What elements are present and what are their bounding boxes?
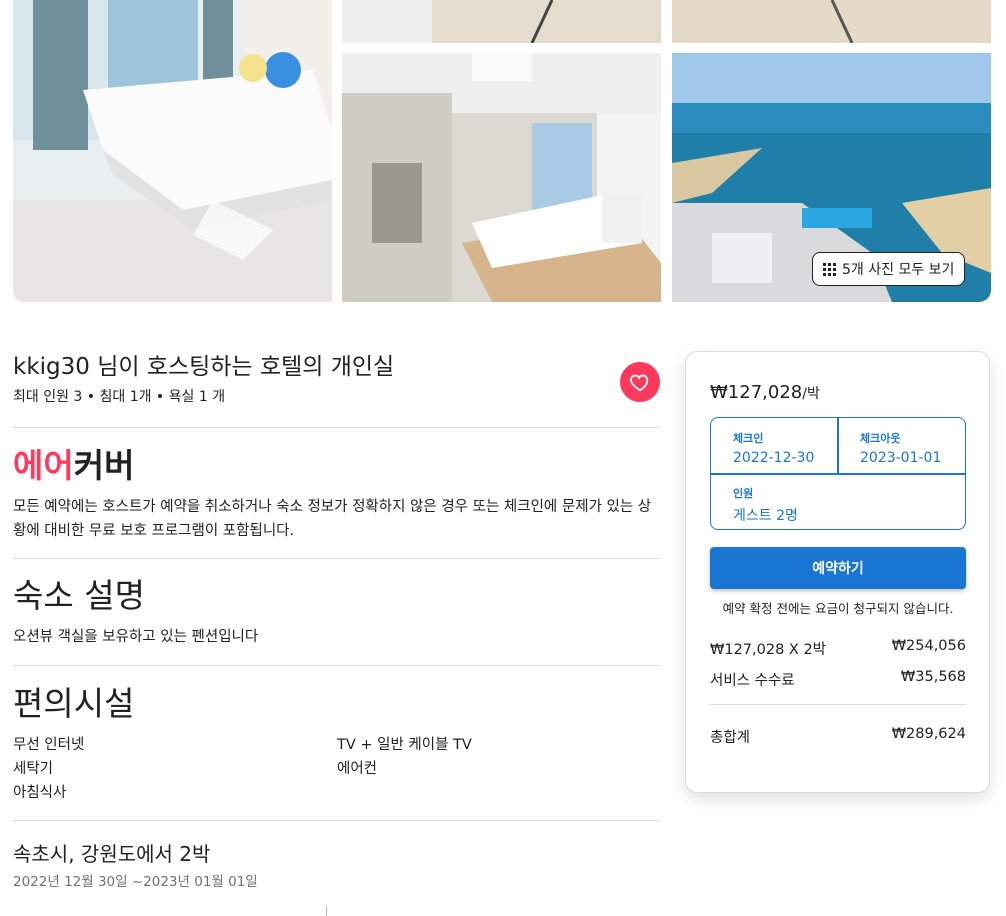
guests-field[interactable]: 인원 게스트 2명 — [733, 485, 798, 525]
reserve-button[interactable]: 예약하기 — [710, 547, 966, 589]
service-fee-row: 서비스 수수료 ₩35,568 — [710, 669, 966, 690]
aircover-description: 모든 예약에는 호스트가 예약을 취소하거나 숙소 정보가 정확하지 않은 경우… — [13, 499, 652, 539]
checkout-label: 체크아웃 — [860, 432, 901, 445]
aircover-title-red: 에어 — [13, 446, 74, 485]
service-fee-label: 서비스 수수료 — [710, 673, 795, 689]
aircover-title-rest: 커버 — [73, 446, 135, 485]
nights-row: ₩127,028 X 2박 ₩254,056 — [710, 638, 966, 659]
amenity-item: TV + 일반 케이블 TV — [337, 737, 472, 753]
photo-hall-top[interactable] — [672, 0, 991, 43]
total-row: 총합계 ₩289,624 — [710, 726, 966, 747]
amenity-item: 에어컨 — [337, 761, 378, 777]
checkin-value: 2022-12-30 — [733, 450, 815, 466]
service-fee-value: ₩35,568 — [900, 669, 966, 685]
listing-title: kkig30 님이 호스팅하는 호텔의 개인실 — [13, 354, 395, 380]
nights-value: ₩254,056 — [891, 638, 966, 654]
divider — [710, 704, 966, 705]
trip-dates: 2022년 12월 30일 ~2023년 01월 01일 — [13, 874, 258, 890]
total-label: 총합계 — [710, 730, 751, 746]
amenity-item: 무선 인터넷 — [13, 737, 85, 753]
photo-room-top[interactable] — [342, 0, 661, 43]
calendar-divider — [326, 906, 327, 916]
listing-subtitle: 최대 인원 3 • 침대 1개 • 욕실 1 개 — [13, 389, 226, 405]
price-value: ₩127,028 — [710, 382, 803, 403]
amenity-item: 세탁기 — [13, 761, 54, 777]
nights-label: ₩127,028 X 2박 — [710, 642, 827, 658]
photo-main-bedroom[interactable] — [13, 0, 332, 302]
nightly-price: ₩127,028/박 — [710, 382, 820, 403]
price-unit: /박 — [802, 386, 820, 402]
divider — [13, 558, 660, 559]
listing-header: kkig30 님이 호스팅하는 호텔의 개인실 최대 인원 3 • 침대 1개 … — [13, 350, 660, 406]
guests-label: 인원 — [733, 487, 754, 500]
checkout-field[interactable]: 체크아웃 2023-01-01 — [860, 430, 941, 466]
divider — [13, 665, 660, 666]
grid-icon — [823, 262, 836, 276]
wishlist-heart-button[interactable] — [620, 362, 660, 402]
show-all-photos-label: 5개 사진 모두 보기 — [842, 262, 955, 278]
checkout-value: 2023-01-01 — [860, 450, 942, 466]
amenity-item: 아침식사 — [13, 785, 67, 801]
aircover-title: 에어커버 — [13, 446, 134, 486]
description-text: 오션뷰 객실을 보유하고 있는 펜션입니다 — [13, 629, 259, 645]
heart-icon — [630, 374, 649, 392]
amenities-heading: 편의시설 — [13, 684, 135, 723]
description-heading: 숙소 설명 — [13, 576, 145, 615]
trip-title: 속초시, 강원도에서 2박 — [13, 842, 211, 866]
total-value: ₩289,624 — [891, 726, 966, 742]
no-charge-note: 예약 확정 전에는 요금이 청구되지 않습니다. — [722, 601, 954, 616]
show-all-photos-button[interactable]: 5개 사진 모두 보기 — [812, 252, 966, 286]
divider — [13, 820, 660, 821]
divider — [13, 427, 660, 428]
checkin-field[interactable]: 체크인 2022-12-30 — [733, 430, 814, 466]
photo-bedroom-view[interactable] — [342, 53, 661, 302]
guests-value: 게스트 2명 — [733, 508, 798, 524]
booking-card: ₩127,028/박 체크인 2022-12-30 체크아웃 2023-01-0… — [685, 351, 990, 793]
date-guest-picker: 체크인 2022-12-30 체크아웃 2023-01-01 인원 게스트 2명 — [710, 417, 966, 530]
checkin-label: 체크인 — [733, 432, 764, 445]
